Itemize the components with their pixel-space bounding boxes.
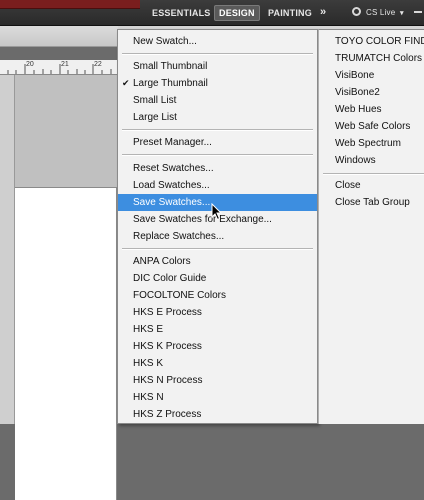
menu-item-replace-swatches[interactable]: Replace Swatches... [118, 228, 317, 245]
swatches-menu-column-2: TOYO COLOR FINDER TRUMATCH Colors VisiBo… [318, 29, 424, 424]
menu-item-load-swatches[interactable]: Load Swatches... [118, 177, 317, 194]
minimize-icon[interactable] [414, 11, 422, 13]
menu-item-new-swatch[interactable]: New Swatch... [118, 33, 317, 50]
cs-live-icon[interactable] [352, 7, 361, 16]
checkmark-icon: ✔ [122, 78, 130, 88]
menu-item-web-spectrum[interactable]: Web Spectrum [319, 135, 424, 152]
menu-item-trumatch-colors[interactable]: TRUMATCH Colors [319, 50, 424, 67]
cs-live-button[interactable]: CS Live [366, 6, 395, 20]
menu-item-web-hues[interactable]: Web Hues [319, 101, 424, 118]
menu-item-hks-n[interactable]: HKS N [118, 389, 317, 406]
menu-item-hks-n-process[interactable]: HKS N Process [118, 372, 317, 389]
chevron-down-icon[interactable]: ▾ [400, 7, 404, 21]
menu-item-label: Large Thumbnail [133, 78, 208, 89]
menu-item-close[interactable]: Close [319, 177, 424, 194]
ruler-label: 22 [94, 61, 102, 68]
menu-separator [323, 173, 424, 175]
menu-item-reset-swatches[interactable]: Reset Swatches... [118, 160, 317, 177]
application-bar: ESSENTIALS DESIGN PAINTING » CS Live ▾ [0, 0, 424, 26]
horizontal-ruler[interactable]: 20 21 22 [0, 60, 130, 75]
menu-separator [122, 53, 313, 55]
vertical-ruler[interactable] [0, 75, 15, 424]
swatches-panel-menu: New Swatch... Small Thumbnail ✔ Large Th… [117, 29, 318, 424]
mouse-cursor-icon [211, 203, 223, 221]
menu-item-windows[interactable]: Windows [319, 152, 424, 169]
document-title-strip [0, 0, 140, 9]
pasteboard [15, 75, 125, 500]
menu-item-focoltone-colors[interactable]: FOCOLTONE Colors [118, 287, 317, 304]
menu-item-hks-e[interactable]: HKS E [118, 321, 317, 338]
menu-item-large-list[interactable]: Large List [118, 109, 317, 126]
menu-item-preset-manager[interactable]: Preset Manager... [118, 134, 317, 151]
menu-item-visibone2[interactable]: VisiBone2 [319, 84, 424, 101]
menu-item-hks-z-process[interactable]: HKS Z Process [118, 406, 317, 423]
ruler-label: 20 [26, 61, 34, 68]
menu-item-large-thumbnail[interactable]: ✔ Large Thumbnail [118, 75, 317, 92]
menu-separator [122, 154, 313, 156]
more-workspaces-button[interactable]: » [320, 5, 326, 19]
menu-item-small-list[interactable]: Small List [118, 92, 317, 109]
menu-separator [122, 129, 313, 131]
menu-item-small-thumbnail[interactable]: Small Thumbnail [118, 58, 317, 75]
menu-item-hks-k[interactable]: HKS K [118, 355, 317, 372]
menu-separator [122, 248, 313, 250]
workspace-essentials-button[interactable]: ESSENTIALS [152, 6, 211, 20]
menu-item-hks-k-process[interactable]: HKS K Process [118, 338, 317, 355]
menu-item-hks-e-process[interactable]: HKS E Process [118, 304, 317, 321]
menu-item-web-safe-colors[interactable]: Web Safe Colors [319, 118, 424, 135]
workspace-design-button[interactable]: DESIGN [214, 5, 260, 21]
menu-item-visibone[interactable]: VisiBone [319, 67, 424, 84]
menu-item-close-tab-group[interactable]: Close Tab Group [319, 194, 424, 211]
menu-item-anpa-colors[interactable]: ANPA Colors [118, 253, 317, 270]
document-canvas[interactable] [15, 187, 117, 500]
menu-item-dic-color-guide[interactable]: DIC Color Guide [118, 270, 317, 287]
workspace-painting-button[interactable]: PAINTING [268, 6, 312, 20]
menu-item-toyo-color-finder[interactable]: TOYO COLOR FINDER [319, 33, 424, 50]
ruler-label: 21 [61, 61, 69, 68]
